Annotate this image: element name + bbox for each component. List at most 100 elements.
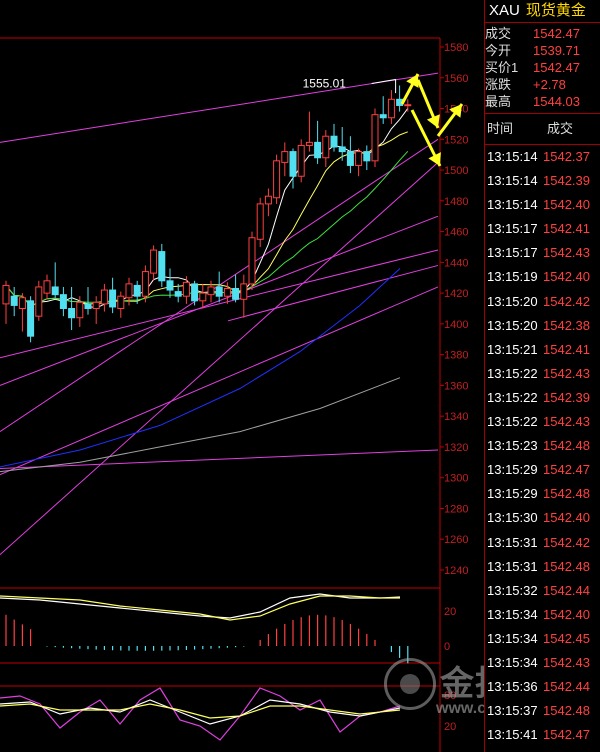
tick-row: 13:15:14 1542.39	[485, 169, 600, 193]
tick-row: 13:15:23 1542.48	[485, 434, 600, 458]
tick-time: 13:15:29	[487, 462, 538, 478]
candle-body	[158, 251, 166, 282]
y-tick-label: 1260	[444, 534, 468, 546]
tick-time: 13:15:14	[487, 149, 538, 164]
quote-value: 1542.47	[533, 60, 580, 75]
tick-time: 13:15:17	[487, 221, 538, 237]
candle-body	[338, 146, 346, 153]
ticks-header-price: 成交	[547, 121, 574, 136]
candle-body	[322, 135, 330, 159]
candle-body	[387, 98, 395, 119]
candle-body	[264, 195, 272, 205]
kline-chart[interactable]: 1580156015401520150014801460144014201400…	[0, 0, 484, 752]
quote-summary: 成交 1542.47 今开 1539.71 买价1 1542.47 涨跌 +2.78 最高 154…	[485, 23, 600, 114]
quote-row: 最高 1544.03	[485, 93, 600, 110]
tick-price: 1542.48	[543, 438, 590, 454]
symbol-label: XAU	[489, 2, 520, 19]
candle-body	[223, 288, 231, 297]
y-tick-label: 1580	[444, 42, 468, 54]
tick-row: 13:15:19 1542.40	[485, 265, 600, 289]
tick-time: 13:15:22	[487, 389, 538, 405]
tick-time: 13:15:19	[487, 269, 538, 285]
y-tick-label: 1400	[444, 319, 468, 331]
y-tick-label: 1340	[444, 411, 468, 423]
y-tick-label: 1320	[444, 442, 468, 454]
tick-row: 13:15:21 1542.41	[485, 338, 600, 362]
high-annotation: 1555.01	[303, 76, 347, 90]
candle-body	[330, 135, 338, 148]
y-tick-label: 1500	[444, 165, 468, 177]
tick-price: 1542.47	[543, 727, 590, 743]
candle-body	[191, 283, 199, 302]
tick-price: 1542.37	[543, 149, 590, 164]
y-tick-label: 1560	[444, 73, 468, 85]
candle-body	[166, 280, 174, 291]
tick-time: 13:15:31	[487, 534, 538, 550]
candle-body	[248, 237, 256, 285]
candle-body	[35, 286, 43, 317]
candle-body	[379, 114, 387, 119]
tick-time: 13:15:14	[487, 197, 538, 213]
tick-time: 13:15:17	[487, 245, 538, 261]
tick-price: 1542.48	[543, 486, 590, 502]
y-tick-label: 1240	[444, 565, 468, 577]
candle-body	[43, 280, 51, 294]
candle-body	[141, 271, 149, 297]
tick-price: 1542.43	[543, 414, 590, 430]
candle-body	[355, 151, 363, 166]
tick-time: 13:15:30	[487, 510, 538, 526]
quote-row: 买价1 1542.47	[485, 59, 600, 76]
tick-time: 13:15:21	[487, 341, 538, 357]
instrument-name: 现货黄金	[525, 2, 586, 19]
tick-price: 1542.48	[543, 558, 590, 574]
tick-price: 1542.47	[543, 462, 590, 478]
instrument-header: XAU 现货黄金	[485, 0, 600, 23]
tick-row: 13:15:22 1542.43	[485, 362, 600, 386]
candle-body	[100, 289, 108, 305]
tick-time: 13:15:36	[487, 679, 538, 695]
kdj-tick-label: 20	[444, 721, 456, 733]
quote-value: +2.78	[533, 77, 566, 92]
tick-time: 13:15:32	[487, 582, 538, 598]
candle-body	[51, 286, 59, 296]
candle-body	[27, 300, 35, 337]
candle-body	[117, 295, 125, 310]
tick-price: 1542.39	[543, 173, 590, 189]
y-tick-label: 1380	[444, 350, 468, 362]
candle-body	[215, 286, 223, 297]
y-tick-label: 1520	[444, 134, 468, 146]
tick-row: 13:15:34 1542.45	[485, 627, 600, 651]
candle-body	[133, 284, 141, 297]
tick-price: 1542.42	[543, 293, 590, 309]
quote-label: 今开	[485, 43, 512, 58]
quote-row: 成交 1542.47	[485, 25, 600, 42]
tick-row: 13:15:41 1542.47	[485, 723, 600, 747]
candle-body	[125, 283, 133, 299]
ticks-header-time: 时间	[487, 121, 514, 136]
candle-body	[182, 281, 190, 297]
tick-price: 1542.41	[543, 221, 590, 237]
candle-body	[84, 303, 92, 309]
candle-body	[59, 294, 67, 310]
tick-price: 1542.42	[543, 534, 590, 550]
tick-price: 1542.40	[543, 606, 590, 622]
tick-row: 13:15:34 1542.43	[485, 651, 600, 675]
candle-body	[207, 286, 215, 296]
tick-time: 13:15:34	[487, 606, 538, 622]
tick-price: 1542.43	[543, 654, 590, 670]
tick-row: 13:15:32 1542.44	[485, 579, 600, 603]
quote-label: 涨跌	[485, 77, 512, 92]
tick-time: 13:15:34	[487, 630, 538, 646]
candle-body	[346, 151, 354, 166]
tick-list[interactable]: 13:15:14 1542.37 13:15:14 1542.39 13:15:14 15…	[485, 145, 600, 747]
tick-row: 13:15:30 1542.40	[485, 506, 600, 530]
candle-body	[240, 283, 248, 300]
candle-body	[92, 301, 100, 309]
tick-time: 13:15:20	[487, 317, 538, 333]
quote-label: 买价1	[485, 60, 519, 75]
ticks-header: 时间 成交	[485, 114, 600, 145]
quote-label: 成交	[485, 26, 512, 41]
tick-time: 13:15:22	[487, 365, 538, 381]
tick-price: 1542.39	[543, 389, 590, 405]
logo-icon	[384, 658, 436, 710]
